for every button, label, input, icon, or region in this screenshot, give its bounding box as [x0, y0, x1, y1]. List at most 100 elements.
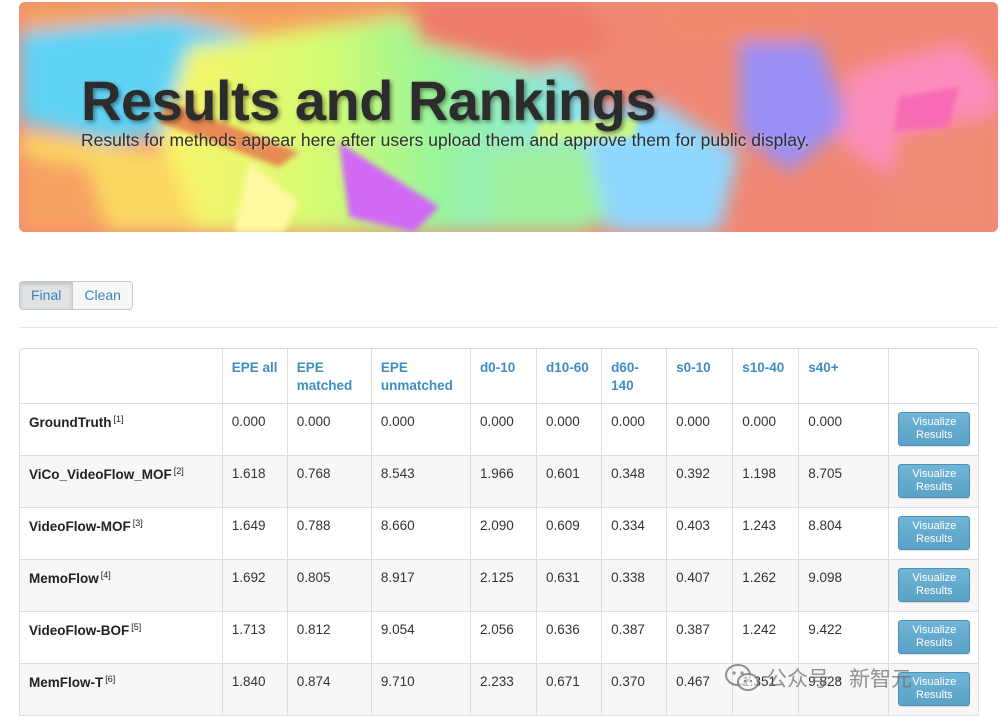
- table-row: ViCo_VideoFlow_MOF [2] 1.618 0.768 8.543 1.96…: [20, 455, 978, 508]
- metric-value: 0.387: [601, 611, 668, 664]
- metric-value: 1.262: [732, 559, 800, 612]
- reference-link[interactable]: [6]: [105, 674, 115, 684]
- header-epe-unmatched[interactable]: EPE unmatched: [371, 349, 471, 404]
- header-s40-plus[interactable]: s40+: [798, 349, 890, 404]
- metric-value: 0.334: [601, 507, 668, 560]
- final-toggle-button[interactable]: Final: [20, 282, 73, 309]
- action-cell: Visualize Results: [888, 611, 978, 664]
- metric-value: 1.198: [732, 455, 800, 508]
- metric-value: 0.000: [287, 403, 372, 456]
- metric-value: 1.692: [222, 559, 288, 612]
- metric-value: 0.000: [222, 403, 288, 456]
- table-row: VideoFlow-BOF [5] 1.713 0.812 9.054 2.056 0.63…: [20, 611, 978, 664]
- metric-value: 0.000: [666, 403, 734, 456]
- metric-value: 8.917: [371, 559, 471, 612]
- visualize-results-button[interactable]: Visualize Results: [898, 463, 971, 498]
- action-cell: Visualize Results: [888, 455, 978, 508]
- method-cell: GroundTruth [1]: [20, 403, 223, 456]
- metric-value: 0.348: [601, 455, 668, 508]
- reference-link[interactable]: [3]: [133, 518, 143, 528]
- metric-value: 8.705: [798, 455, 890, 508]
- results-table: EPE all EPE matched EPE unmatched d0-10 …: [19, 348, 979, 716]
- metric-value: 1.618: [222, 455, 288, 508]
- method-name[interactable]: MemoFlow: [29, 571, 99, 586]
- metric-value: 0.631: [536, 559, 603, 612]
- metric-value: 2.056: [470, 611, 538, 664]
- metric-value: 0.812: [287, 611, 372, 664]
- metric-value: 8.660: [371, 507, 471, 560]
- method-cell: VideoFlow-BOF [5]: [20, 611, 223, 664]
- metric-value: 0.000: [470, 403, 538, 456]
- method-name[interactable]: MemFlow-T: [29, 675, 103, 690]
- table-row: MemoFlow [4] 1.692 0.805 8.917 2.125 0.631 0.33…: [20, 559, 978, 612]
- metric-value: 1.242: [732, 611, 800, 664]
- metric-value: 0.407: [666, 559, 734, 612]
- metric-value: 0.000: [798, 403, 890, 456]
- metric-value: 0.000: [371, 403, 471, 456]
- wechat-icon: [725, 664, 759, 691]
- metric-value: 8.804: [798, 507, 890, 560]
- method-cell: MemoFlow [4]: [20, 559, 223, 612]
- metric-value: 0.000: [732, 403, 800, 456]
- header-epe-all[interactable]: EPE all: [222, 349, 288, 404]
- visualize-results-button[interactable]: Visualize Results: [898, 619, 971, 654]
- metric-value: 0.636: [536, 611, 603, 664]
- metric-value: 0.467: [666, 663, 734, 716]
- metric-value: 0.768: [287, 455, 372, 508]
- metric-value: 0.788: [287, 507, 372, 560]
- metric-value: 0.601: [536, 455, 603, 508]
- method-name[interactable]: GroundTruth: [29, 415, 111, 430]
- clean-toggle-button[interactable]: Clean: [72, 282, 132, 309]
- header-method: [20, 349, 223, 404]
- method-cell: ViCo_VideoFlow_MOF [2]: [20, 455, 223, 508]
- metric-value: 0.338: [601, 559, 668, 612]
- header-d0-10[interactable]: d0-10: [470, 349, 538, 404]
- metric-value: 9.054: [371, 611, 471, 664]
- header-s0-10[interactable]: s0-10: [666, 349, 734, 404]
- metric-value: 2.090: [470, 507, 538, 560]
- metric-value: 1.243: [732, 507, 800, 560]
- metric-value: 0.671: [536, 663, 603, 716]
- action-cell: Visualize Results: [888, 559, 978, 612]
- reference-link[interactable]: [4]: [101, 570, 111, 580]
- header-d60-140[interactable]: d60-140: [601, 349, 668, 404]
- method-name[interactable]: VideoFlow-BOF: [29, 623, 129, 638]
- section-divider: [19, 327, 998, 328]
- visualize-results-button[interactable]: Visualize Results: [898, 567, 971, 602]
- header-d10-60[interactable]: d10-60: [536, 349, 603, 404]
- metric-value: 0.403: [666, 507, 734, 560]
- header-actions: [888, 349, 978, 404]
- metric-value: 2.233: [470, 663, 538, 716]
- header-epe-matched[interactable]: EPE matched: [287, 349, 372, 404]
- metric-value: 0.609: [536, 507, 603, 560]
- table-row: GroundTruth [1] 0.000 0.000 0.000 0.000 0.000 0…: [20, 403, 978, 456]
- metric-value: 1.966: [470, 455, 538, 508]
- metric-value: 0.392: [666, 455, 734, 508]
- method-cell: MemFlow-T [6]: [20, 663, 223, 716]
- metric-value: 8.543: [371, 455, 471, 508]
- reference-link[interactable]: [5]: [131, 622, 141, 632]
- metric-value: 9.098: [798, 559, 890, 612]
- metric-value: 1.713: [222, 611, 288, 664]
- metric-value: 0.874: [287, 663, 372, 716]
- visualize-results-button[interactable]: Visualize Results: [898, 411, 971, 446]
- action-cell: Visualize Results: [888, 507, 978, 560]
- metric-value: 9.710: [371, 663, 471, 716]
- method-cell: VideoFlow-MOF [3]: [20, 507, 223, 560]
- method-name[interactable]: ViCo_VideoFlow_MOF: [29, 467, 172, 482]
- hero-banner: Results and Rankings Results for methods…: [19, 2, 998, 232]
- metric-value: 0.000: [601, 403, 668, 456]
- watermark: 公众号 · 新智元: [724, 663, 912, 693]
- metric-value: 0.000: [536, 403, 603, 456]
- method-name[interactable]: VideoFlow-MOF: [29, 519, 131, 534]
- watermark-text: 公众号 · 新智元: [766, 667, 913, 691]
- metric-value: 0.387: [666, 611, 734, 664]
- metric-value: 1.649: [222, 507, 288, 560]
- reference-link[interactable]: [1]: [113, 414, 123, 424]
- metric-value: 0.370: [601, 663, 668, 716]
- reference-link[interactable]: [2]: [174, 466, 184, 476]
- visualize-results-button[interactable]: Visualize Results: [898, 515, 971, 550]
- header-s10-40[interactable]: s10-40: [732, 349, 800, 404]
- metric-value: 0.805: [287, 559, 372, 612]
- metric-value: 2.125: [470, 559, 538, 612]
